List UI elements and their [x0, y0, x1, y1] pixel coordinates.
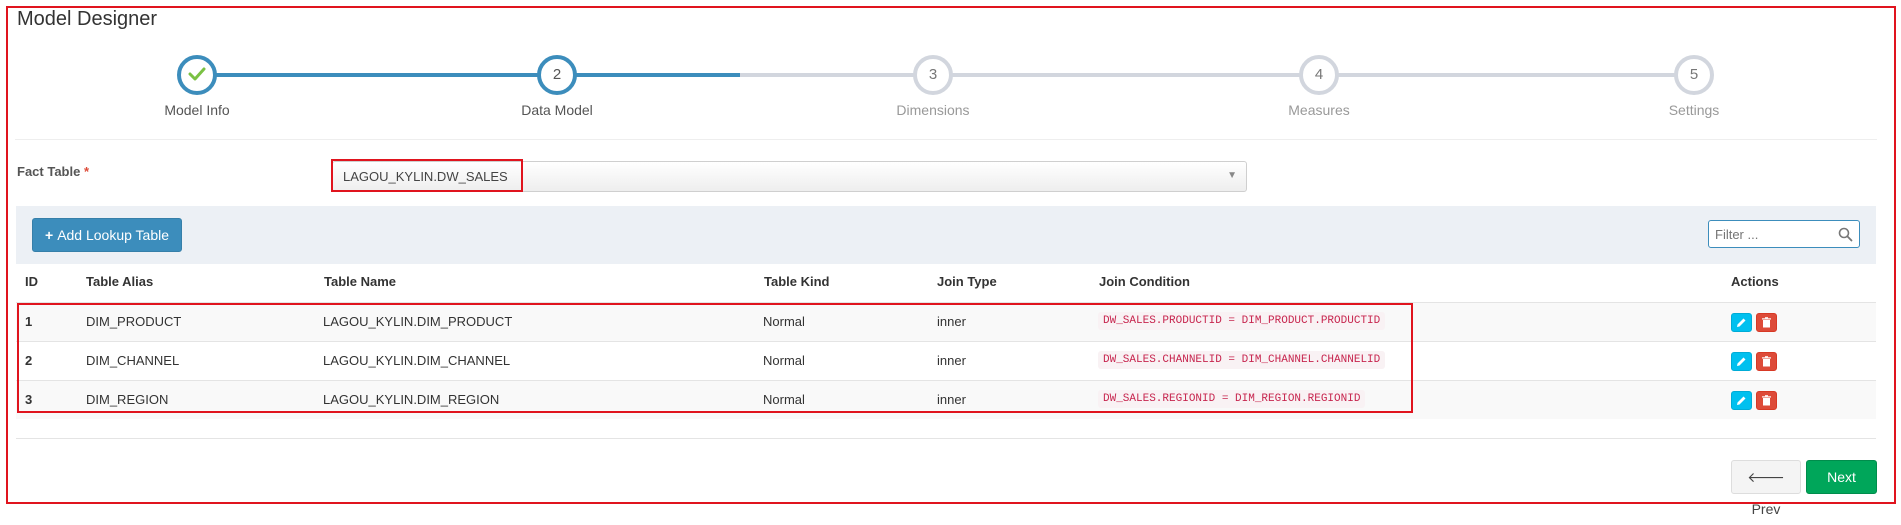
wizard-step-model-info[interactable]: Model Info: [97, 55, 297, 118]
edit-button[interactable]: [1731, 391, 1752, 410]
highlight-box-table-rows: [17, 303, 1413, 413]
plus-icon: +: [45, 227, 54, 243]
arrow-right-icon: 🡒: [1822, 501, 1861, 517]
step-label: Model Info: [164, 102, 230, 118]
step-circle-1: [177, 55, 217, 95]
divider: [15, 139, 1877, 140]
step-circle-3: 3: [913, 55, 953, 95]
prev-button[interactable]: 🡐 Prev: [1731, 460, 1801, 517]
next-button[interactable]: Next 🡒: [1806, 460, 1877, 517]
step-circle-5: 5: [1674, 55, 1714, 95]
caret-down-icon: ▼: [1227, 170, 1237, 181]
wizard-step-data-model[interactable]: 2 Data Model: [457, 55, 657, 118]
header-table-alias: Table Alias: [86, 274, 154, 289]
step-circle-2: 2: [537, 55, 577, 95]
prev-label: Prev: [1751, 501, 1781, 517]
pencil-icon: [1737, 318, 1746, 327]
step-label: Settings: [1668, 102, 1720, 118]
page-title: Model Designer: [17, 8, 158, 30]
search-icon[interactable]: [1838, 227, 1853, 242]
check-icon: [188, 67, 206, 81]
delete-button[interactable]: [1756, 313, 1777, 332]
fact-table-label-text: Fact Table: [17, 164, 81, 179]
pencil-icon: [1737, 396, 1746, 405]
edit-button[interactable]: [1731, 313, 1752, 332]
delete-button[interactable]: [1756, 352, 1777, 371]
fact-table-label: Fact Table *: [17, 164, 89, 179]
edit-button[interactable]: [1731, 352, 1752, 371]
step-label: Dimensions: [896, 102, 970, 118]
step-label: Measures: [1288, 102, 1350, 118]
trash-icon: [1762, 317, 1771, 328]
filter-input[interactable]: [1709, 221, 1829, 247]
header-table-name: Table Name: [324, 274, 397, 289]
required-mark: *: [83, 164, 90, 179]
wizard-step-measures[interactable]: 4 Measures: [1219, 55, 1419, 118]
add-lookup-table-button[interactable]: + Add Lookup Table: [32, 218, 183, 252]
table-header-row: ID Table Alias Table Name Table Kind Joi…: [16, 268, 1876, 302]
add-lookup-table-label: Add Lookup Table: [57, 227, 170, 243]
header-actions: Actions: [1731, 274, 1779, 289]
delete-button[interactable]: [1756, 391, 1777, 410]
trash-icon: [1762, 395, 1771, 406]
highlight-box-fact-table: [331, 159, 523, 192]
header-id: ID: [25, 274, 38, 289]
filter-box[interactable]: [1708, 220, 1860, 248]
trash-icon: [1762, 356, 1771, 367]
wizard-steps: Model Info 2 Data Model 3 Dimensions 4 M…: [0, 55, 1901, 125]
header-table-kind: Table Kind: [764, 274, 830, 289]
wizard-step-dimensions[interactable]: 3 Dimensions: [833, 55, 1033, 118]
next-label: Next: [1827, 469, 1856, 485]
arrow-left-icon: 🡐: [1747, 469, 1785, 485]
header-join-type: Join Type: [937, 274, 997, 289]
step-circle-4: 4: [1299, 55, 1339, 95]
lookup-toolbar: + Add Lookup Table: [16, 206, 1876, 264]
header-join-condition: Join Condition: [1099, 274, 1190, 289]
wizard-step-settings[interactable]: 5 Settings: [1594, 55, 1794, 118]
divider: [16, 438, 1876, 439]
pencil-icon: [1737, 357, 1746, 366]
step-label: Data Model: [521, 102, 593, 118]
